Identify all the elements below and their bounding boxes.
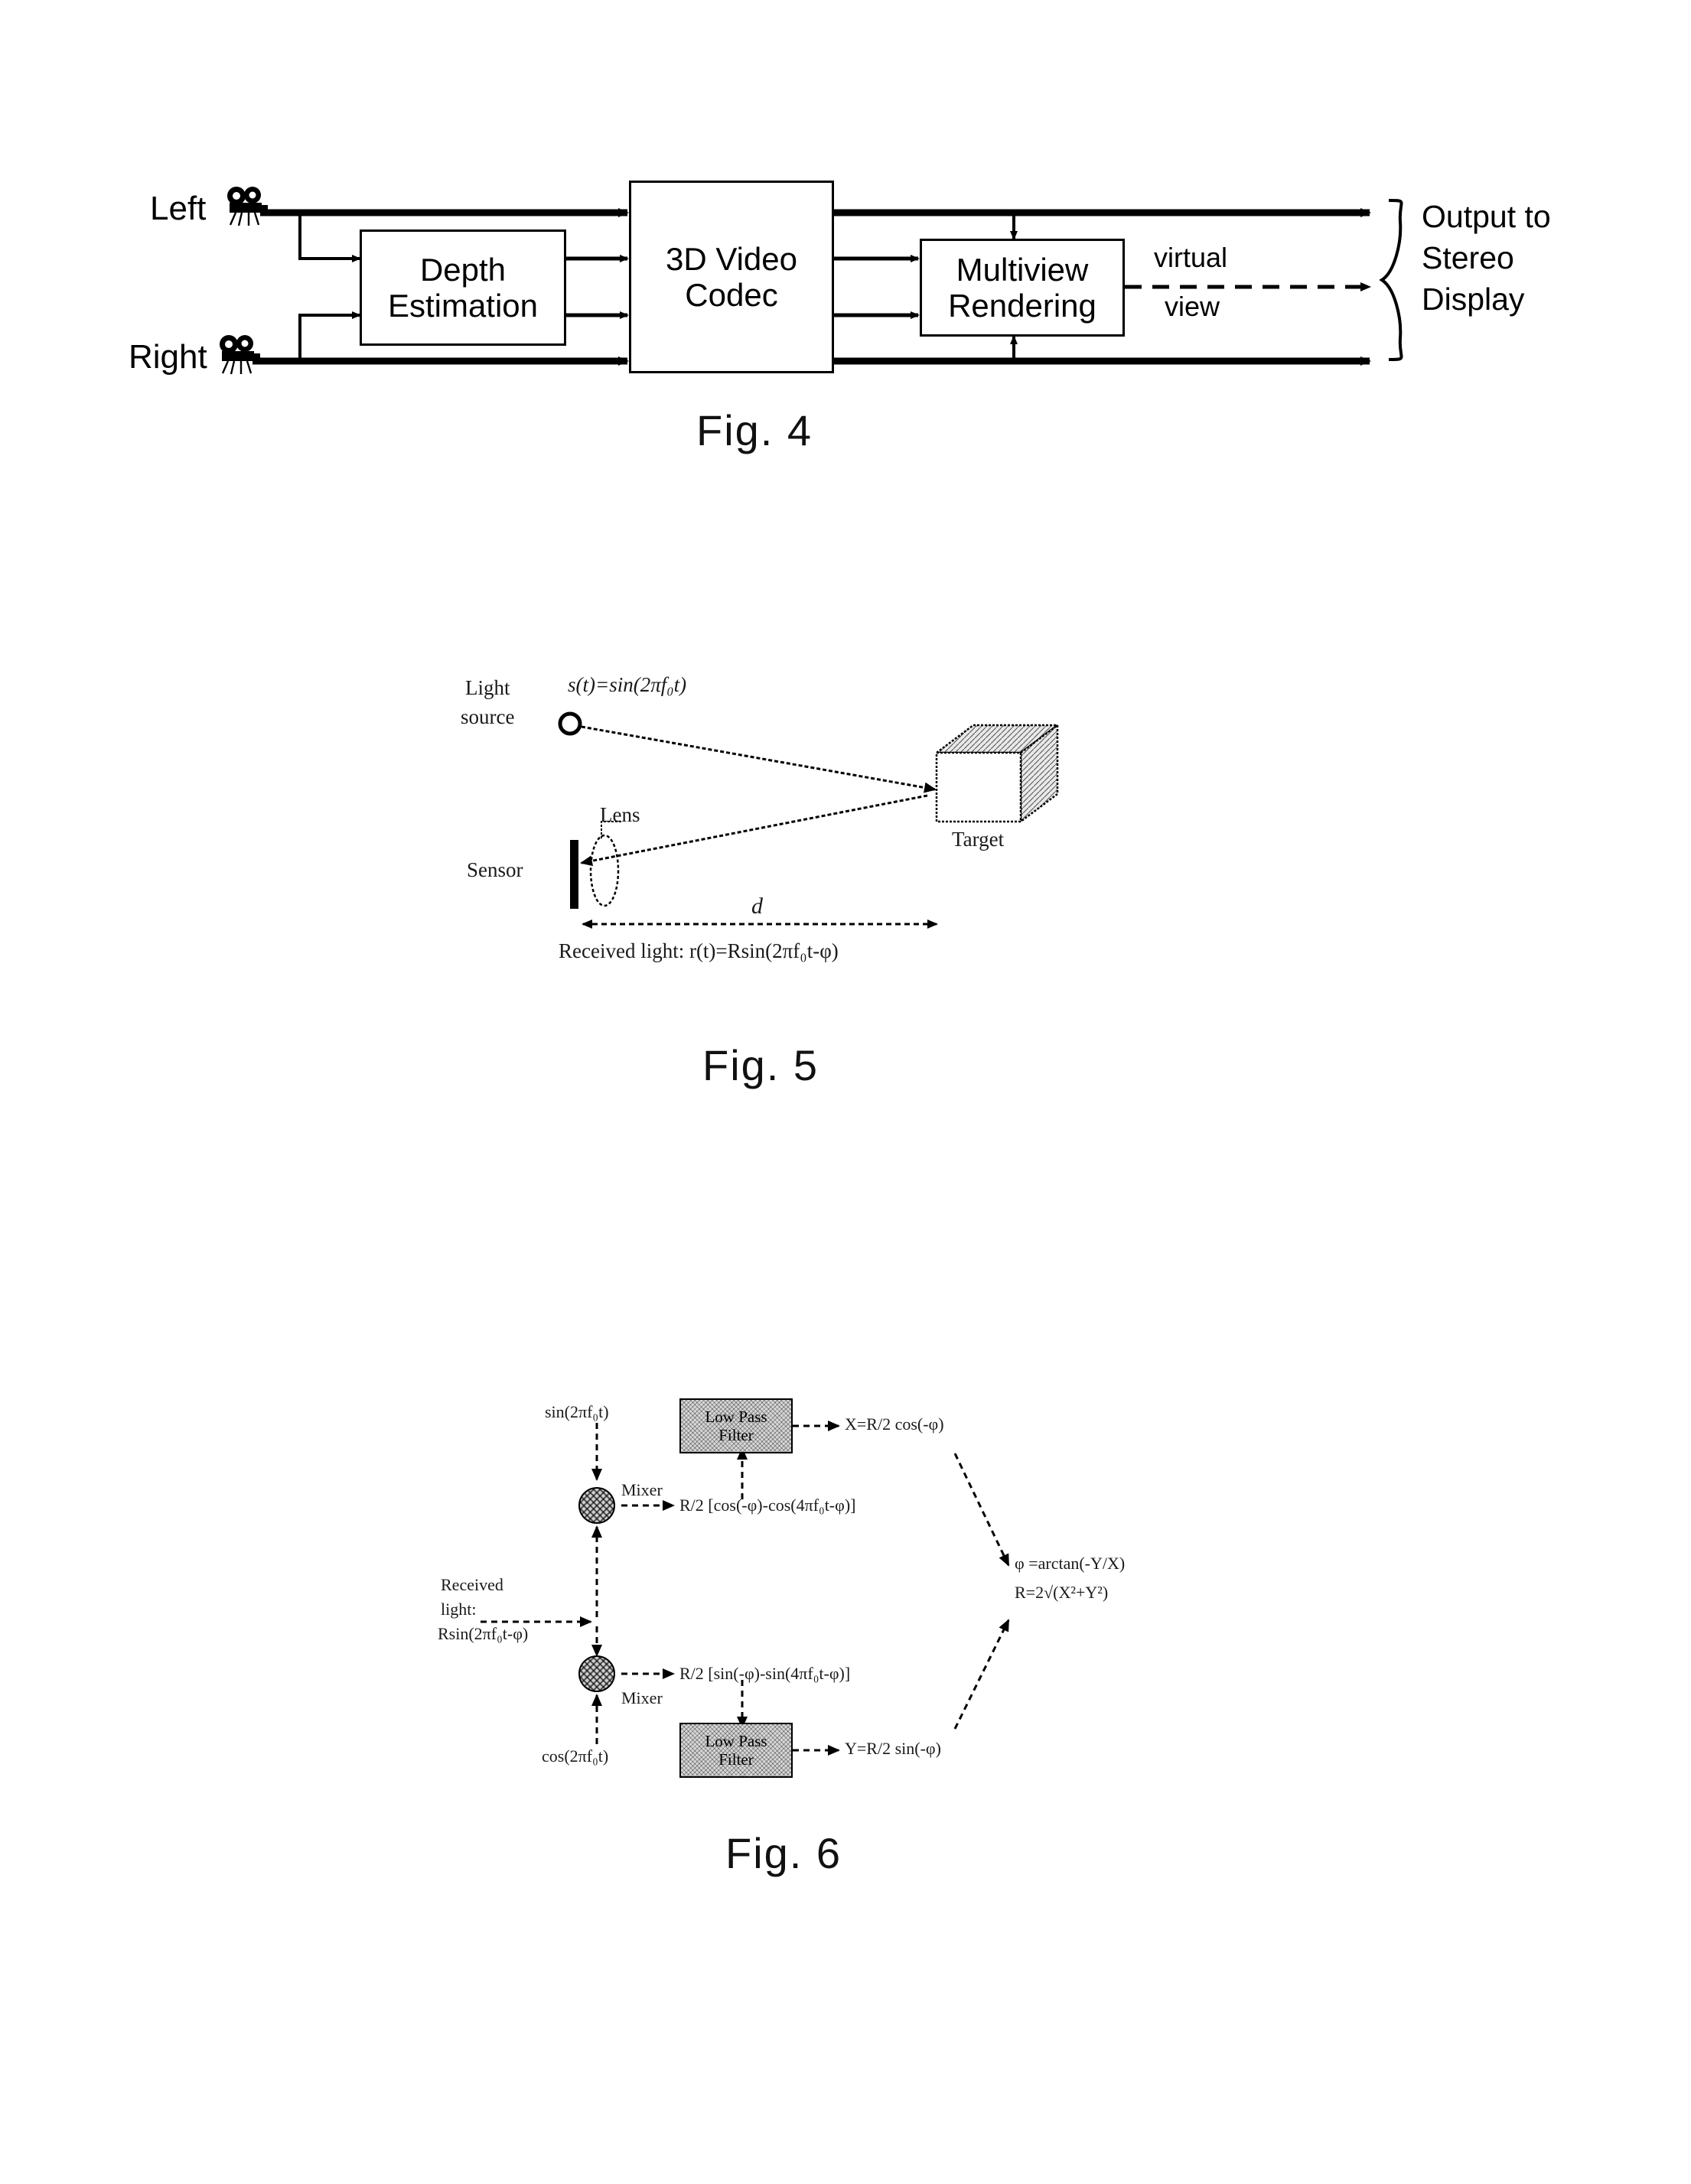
f4-block-depth-line2: Estimation	[387, 288, 539, 324]
figure-4-diagram	[253, 199, 1403, 366]
f4-label-virtual-view-line1: virtual	[1154, 242, 1228, 273]
f4-label-virtual-view-line2: view	[1165, 291, 1220, 322]
movie-camera-icon-right	[216, 334, 262, 375]
f6-lpf-top-line2: Filter	[718, 1426, 754, 1444]
f6-label-mixer-bottom-output: R/2 [sin(-φ)-sin(4πf₀t-φ)]	[679, 1664, 851, 1683]
f6-label-received-line1: Received	[441, 1575, 503, 1594]
f5-label-sensor: Sensor	[467, 858, 523, 881]
figure-6-caption: Fig. 6	[725, 1829, 842, 1877]
figure-5-caption: Fig. 5	[702, 1041, 819, 1089]
f6-label-ref-cos: cos(2πf₀t)	[542, 1746, 609, 1766]
f5-label-lens: Lens	[600, 803, 640, 826]
f4-input-label-right: Right	[129, 338, 207, 376]
f4-tap-left-to-depth	[298, 214, 361, 262]
f5-label-received-light: Received light: r(t)=Rsin(2πf₀t-φ)	[559, 939, 839, 962]
f6-label-result-phi: φ =arctan(-Y/X)	[1015, 1554, 1126, 1573]
f6-lpf-top-line1: Low Pass	[705, 1407, 767, 1426]
f4-block-depth-line1: Depth	[419, 251, 507, 288]
f5-label-light-source-line2: source	[461, 705, 515, 728]
f6-mixer-bottom	[578, 1655, 615, 1692]
f6-mixer-top	[578, 1487, 615, 1524]
f4-block-codec-line2: Codec	[685, 277, 778, 313]
f5-lens-ellipse	[589, 834, 620, 907]
f4-tap-right-to-depth	[298, 311, 361, 360]
figure-6-diagram	[481, 1421, 1010, 1756]
f6-lpf-bottom-line2: Filter	[718, 1750, 754, 1769]
figure-sheet-page: Left Right Depth Estimation 3D Video Cod…	[0, 0, 1691, 2184]
f4-block-mvr-line2: Rendering	[948, 288, 1096, 324]
f4-block-codec-line1: 3D Video	[665, 240, 798, 277]
f6-label-mixer-top-output: R/2 [cos(-φ)-cos(4πf₀t-φ)]	[679, 1496, 856, 1515]
f6-block-lowpass-filter-top: Low Pass Filter	[679, 1398, 793, 1453]
f6-lpf-bottom-line1: Low Pass	[705, 1731, 767, 1750]
f4-input-label-left: Left	[150, 190, 207, 227]
f4-label-output-line1: Output to	[1422, 199, 1551, 234]
f6-label-received-line3: Rsin(2πf₀t-φ)	[438, 1624, 529, 1643]
f4-label-output-line2: Stereo	[1422, 240, 1514, 275]
f5-sensor-bar	[570, 840, 578, 909]
f5-label-light-source-line1: Light	[465, 676, 510, 699]
f6-label-y-output: Y=R/2 sin(-φ)	[845, 1739, 941, 1758]
f4-block-depth-estimation: Depth Estimation	[360, 229, 566, 346]
figure-6: Low Pass Filter Low Pass Filter sin(2πf₀…	[0, 1398, 1691, 1877]
movie-camera-icon-left	[223, 185, 269, 226]
f5-ray-emitted	[581, 725, 937, 793]
f6-label-received-line2: light:	[441, 1600, 477, 1619]
f6-label-result-r: R=2√(X²+Y²)	[1015, 1583, 1109, 1602]
f6-block-lowpass-filter-bottom: Low Pass Filter	[679, 1723, 793, 1778]
f4-label-output-line3: Display	[1422, 282, 1525, 317]
figure-4-caption: Fig. 4	[696, 406, 813, 454]
f6-label-x-output: X=R/2 cos(-φ)	[845, 1414, 944, 1434]
f4-block-mvr-line1: Multiview	[956, 251, 1089, 288]
f5-label-emitted-signal: s(t)=sin(2πf₀t)	[568, 673, 687, 696]
f6-label-mixer-bottom: Mixer	[621, 1688, 663, 1707]
f5-label-target: Target	[952, 828, 1005, 851]
figure-4: Left Right Depth Estimation 3D Video Cod…	[0, 0, 1691, 474]
f4-output-brace	[1379, 199, 1403, 361]
f4-block-multiview-rendering: Multiview Rendering	[920, 239, 1125, 337]
f6-label-mixer-top: Mixer	[621, 1480, 663, 1499]
figure-5: Light source s(t)=sin(2πf₀t) Lens Sensor…	[0, 658, 1691, 1089]
f4-block-3d-video-codec: 3D Video Codec	[629, 181, 834, 373]
f5-target-cube	[933, 723, 1061, 824]
f6-arrow-y-to-result	[953, 1619, 1010, 1730]
f5-light-source-point	[558, 711, 582, 736]
f6-arrow-x-to-result	[953, 1453, 1010, 1567]
figure-5-diagram	[558, 711, 1061, 929]
f5-label-distance: d	[751, 893, 763, 919]
f6-label-ref-sin: sin(2πf₀t)	[545, 1402, 609, 1421]
